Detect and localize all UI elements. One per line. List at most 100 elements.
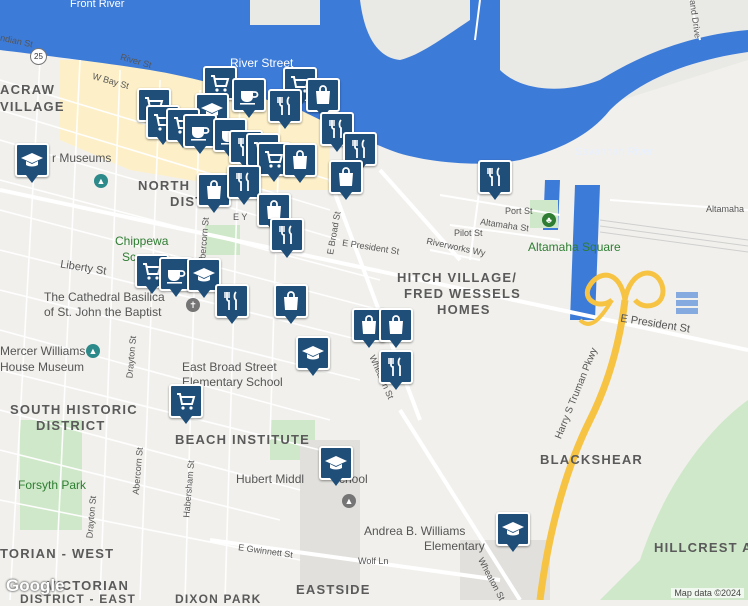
hubert-school-label-a[interactable]: Hubert Middl (236, 472, 304, 486)
shop-marker-2[interactable] (283, 143, 317, 183)
restaurant-marker-1[interactable] (268, 89, 302, 129)
chippewa-label-b[interactable]: Sc (122, 250, 136, 264)
marker-pointer (198, 290, 210, 298)
shopping-bag-icon (283, 143, 317, 177)
cafe-marker-2[interactable] (183, 114, 217, 154)
marker-pointer (226, 316, 238, 324)
shopping-bag-icon (197, 173, 231, 207)
marker-pointer (390, 382, 402, 390)
pilot-st-label: Pilot St (454, 228, 483, 238)
east-broad-school-label-a[interactable]: East Broad Street (182, 360, 277, 374)
south-historic-label-b: DISTRICT (36, 418, 106, 433)
graduation-cap-icon (496, 512, 530, 546)
front-river-label: Front River (70, 0, 125, 10)
fork-knife-icon (478, 160, 512, 194)
south-historic-label-a: SOUTH HISTORIC (10, 402, 138, 417)
restaurant-marker-8[interactable] (215, 284, 249, 324)
fork-knife-icon (270, 218, 304, 252)
dixon-park-label: DIXON PARK (175, 592, 262, 606)
marker-pointer (363, 340, 375, 348)
andrea-williams-label-b[interactable]: Elementary (424, 539, 485, 553)
marker-pointer (390, 340, 402, 348)
coffee-cup-icon (183, 114, 217, 148)
beach-institute-label: BEACH INSTITUTE (175, 432, 310, 447)
marker-pointer (194, 146, 206, 154)
google-logo: Google (6, 576, 65, 595)
cathedral-label-b[interactable]: of St. John the Baptist (44, 305, 161, 319)
eastside-label: EASTSIDE (296, 582, 371, 597)
shop-marker-8[interactable] (379, 308, 413, 348)
victorian-west-label: TORIAN - WEST (0, 546, 115, 561)
school-marker-4[interactable] (296, 336, 330, 376)
museum-icon-1: ▲ (86, 344, 100, 358)
map-attribution: Map data ©2024 (671, 588, 744, 598)
yamacraw-label-b: VILLAGE (0, 99, 65, 114)
shopping-bag-icon (379, 308, 413, 342)
wolf-ln-label: Wolf Ln (358, 556, 389, 566)
yamacraw-label-a: ACRAW (0, 82, 56, 97)
marker-pointer (268, 174, 280, 182)
grocery-marker-9[interactable] (169, 384, 203, 424)
forsyth-park (20, 420, 82, 530)
blackshear-label: BLACKSHEAR (540, 452, 643, 467)
school-icon-hubert: ▲ (342, 494, 356, 508)
marker-pointer (279, 121, 291, 129)
restaurant-marker-6[interactable] (227, 165, 261, 205)
hitch-village-label-c: HOMES (437, 302, 491, 317)
marker-pointer (340, 192, 352, 200)
restaurant-marker-7[interactable] (270, 218, 304, 258)
museums-label[interactable]: r Museums (52, 151, 111, 165)
park-icon: ♣ (542, 213, 556, 227)
shopping-bag-icon (306, 78, 340, 112)
hillcrest-label: HILLCREST A (654, 540, 748, 555)
altamaha-square-label[interactable]: Altamaha Square (528, 240, 621, 254)
restaurant-marker-5[interactable] (478, 160, 512, 200)
school-marker-6[interactable] (496, 512, 530, 552)
school-marker-2[interactable] (15, 143, 49, 183)
mercer-house-label-a[interactable]: Mercer Williams (0, 344, 85, 358)
altamaha-right-label: Altamaha (706, 204, 745, 214)
shop-marker-3[interactable] (329, 160, 363, 200)
fork-knife-icon (227, 165, 261, 199)
museum-icon-2: ▲ (94, 174, 108, 188)
marker-pointer (146, 286, 158, 294)
route-25-shield: 25 (30, 48, 47, 65)
marker-pointer (285, 316, 297, 324)
school-marker-5[interactable] (319, 446, 353, 486)
north-district-label-a: NORTH (138, 178, 191, 193)
marker-pointer (507, 544, 519, 552)
port-st-label: Port St (505, 206, 533, 216)
marker-pointer (307, 368, 319, 376)
e-y-label: E Y (233, 212, 248, 222)
shopping-bag-icon (329, 160, 363, 194)
shop-marker-4[interactable] (197, 173, 231, 213)
hitch-village-label-a: HITCH VILLAGE/ (397, 270, 518, 285)
marker-pointer (330, 478, 342, 486)
graduation-cap-icon (319, 446, 353, 480)
marker-pointer (26, 175, 38, 183)
marker-pointer (294, 175, 306, 183)
marker-pointer (208, 205, 220, 213)
cart-icon (169, 384, 203, 418)
marker-pointer (180, 416, 192, 424)
andrea-williams-label-a[interactable]: Andrea B. Williams (364, 524, 465, 538)
graduation-cap-icon (296, 336, 330, 370)
cafe-marker-1[interactable] (232, 78, 266, 118)
restaurant-marker-9[interactable] (379, 350, 413, 390)
chippewa-label-a[interactable]: Chippewa (115, 234, 168, 248)
coffee-cup-icon (232, 78, 266, 112)
marker-pointer (489, 192, 501, 200)
church-icon: ✝ (186, 298, 200, 312)
forsyth-park-label[interactable]: Forsyth Park (18, 478, 86, 492)
fork-knife-icon (379, 350, 413, 384)
shop-marker-6[interactable] (274, 284, 308, 324)
marker-pointer (243, 110, 255, 118)
marker-pointer (170, 289, 182, 297)
marker-pointer (281, 250, 293, 258)
savannah-river-label: Savannah River (575, 146, 654, 158)
hitch-village-label-b: FRED WESSELS (404, 286, 521, 301)
shopping-bag-icon (274, 284, 308, 318)
fork-knife-icon (215, 284, 249, 318)
fork-knife-icon (268, 89, 302, 123)
mercer-house-label-b[interactable]: House Museum (0, 360, 84, 374)
